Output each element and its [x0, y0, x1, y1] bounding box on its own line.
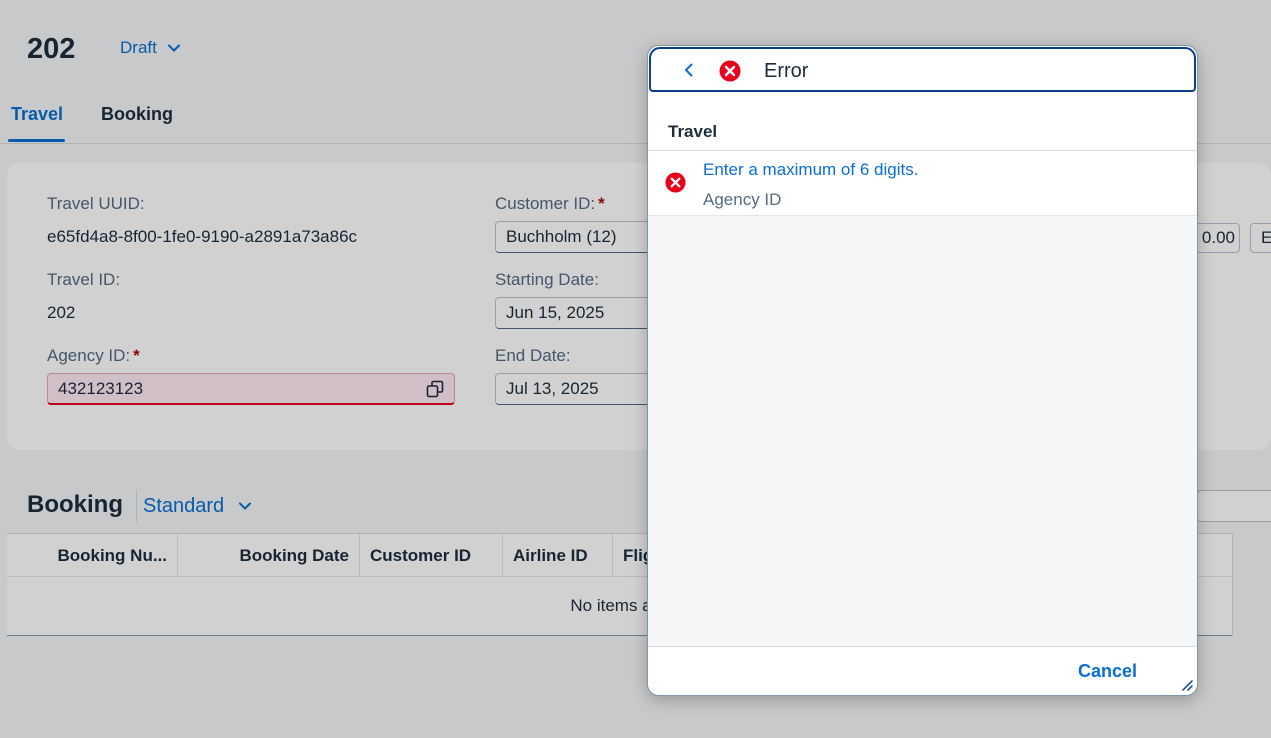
error-icon	[719, 60, 741, 82]
message-group-title: Travel	[668, 122, 718, 141]
message-link[interactable]: Enter a maximum of 6 digits.	[703, 160, 918, 180]
message-subtitle: Agency ID	[703, 190, 782, 209]
message-group-header: Travel	[648, 95, 1197, 151]
message-popover-header: Error	[649, 47, 1196, 92]
back-icon[interactable]	[680, 61, 698, 79]
message-item[interactable]: Enter a maximum of 6 digits. Agency ID	[648, 151, 1197, 216]
message-list: Travel Enter a maximum of 6 digits. Agen…	[648, 95, 1197, 646]
resize-handle-icon[interactable]	[1179, 677, 1193, 691]
message-popover: Error Travel Enter a maximum of 6 digits…	[647, 45, 1198, 696]
message-popover-footer: Cancel	[648, 646, 1197, 695]
cancel-button[interactable]: Cancel	[1078, 661, 1137, 682]
message-popover-title: Error	[764, 60, 809, 82]
error-icon	[665, 172, 686, 193]
